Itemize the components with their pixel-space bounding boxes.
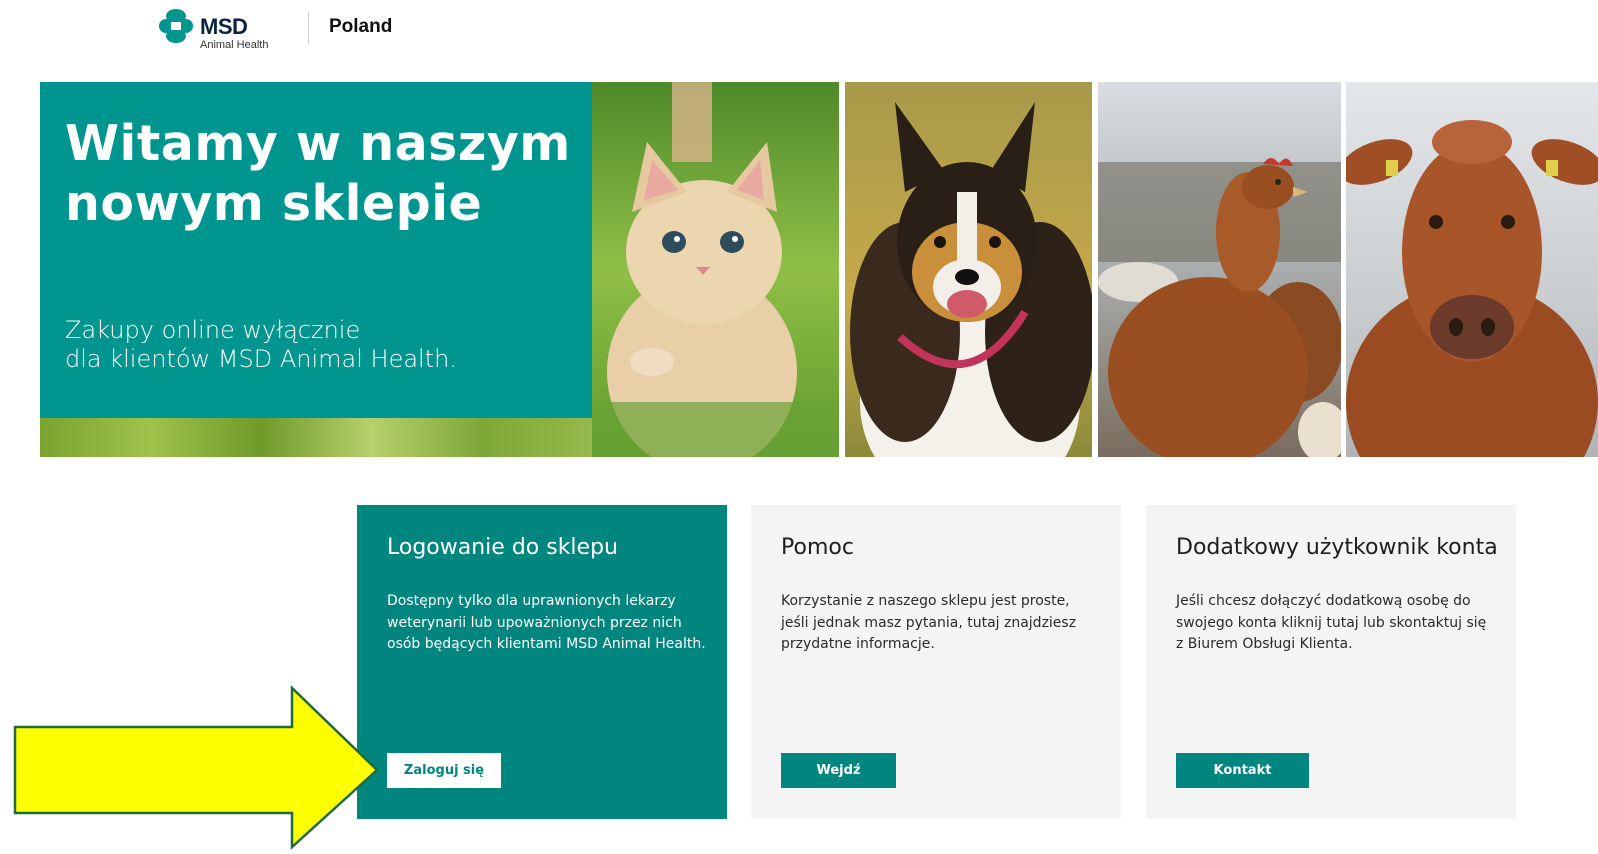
additional-user-card-text: Jeśli chcesz dołączyć dodatkową osobę do… bbox=[1176, 593, 1487, 652]
site-header: MSD Animal Health Poland bbox=[0, 0, 1598, 60]
country-label: Poland bbox=[329, 16, 393, 37]
login-card-text: Dostępny tylko dla uprawnionych lekarzy … bbox=[387, 593, 706, 652]
help-card-text: Korzystanie z naszego sklepu jest proste… bbox=[781, 593, 1077, 652]
hero-title-line-1: Witamy w naszym bbox=[65, 115, 571, 172]
hero-banner: Witamy w naszym nowym sklepie Zakupy onl… bbox=[40, 82, 1598, 457]
hero-subtitle: Zakupy online wyłącznie dla klientów MSD… bbox=[65, 316, 457, 374]
annotation-arrow-icon bbox=[13, 685, 379, 850]
help-card-title: Pomoc bbox=[781, 535, 854, 560]
enter-help-button[interactable]: Wejdź bbox=[781, 753, 896, 788]
hero-subtitle-line-2: dla klientów MSD Animal Health. bbox=[65, 345, 457, 373]
hero-subtitle-line-1: Zakupy online wyłącznie bbox=[65, 316, 361, 344]
msd-logo-icon bbox=[159, 9, 193, 43]
additional-user-card-title: Dodatkowy użytkownik konta bbox=[1176, 535, 1498, 560]
collie-dog-photo bbox=[845, 82, 1092, 457]
kitten-photo bbox=[592, 82, 839, 457]
cow-photo bbox=[1346, 82, 1598, 457]
hero-text-panel: Witamy w naszym nowym sklepie Zakupy onl… bbox=[40, 82, 592, 418]
brand-name: MSD bbox=[200, 14, 248, 39]
help-card: Pomoc Korzystanie z naszego sklepu jest … bbox=[751, 505, 1121, 819]
login-card-title: Logowanie do sklepu bbox=[387, 535, 618, 560]
login-button[interactable]: Zaloguj się bbox=[387, 753, 501, 788]
msd-logo[interactable]: MSD Animal Health bbox=[158, 8, 283, 52]
login-card: Logowanie do sklepu Dostępny tylko dla u… bbox=[357, 505, 727, 819]
additional-user-card: Dodatkowy użytkownik konta Jeśli chcesz … bbox=[1146, 505, 1516, 819]
grass-strip bbox=[40, 418, 592, 457]
hen-photo bbox=[1098, 82, 1341, 457]
hero-title: Witamy w naszym nowym sklepie bbox=[65, 114, 571, 234]
hero-title-line-2: nowym sklepie bbox=[65, 175, 483, 232]
contact-button[interactable]: Kontakt bbox=[1176, 753, 1309, 788]
brand-subtitle: Animal Health bbox=[200, 39, 269, 51]
header-divider bbox=[308, 12, 309, 44]
